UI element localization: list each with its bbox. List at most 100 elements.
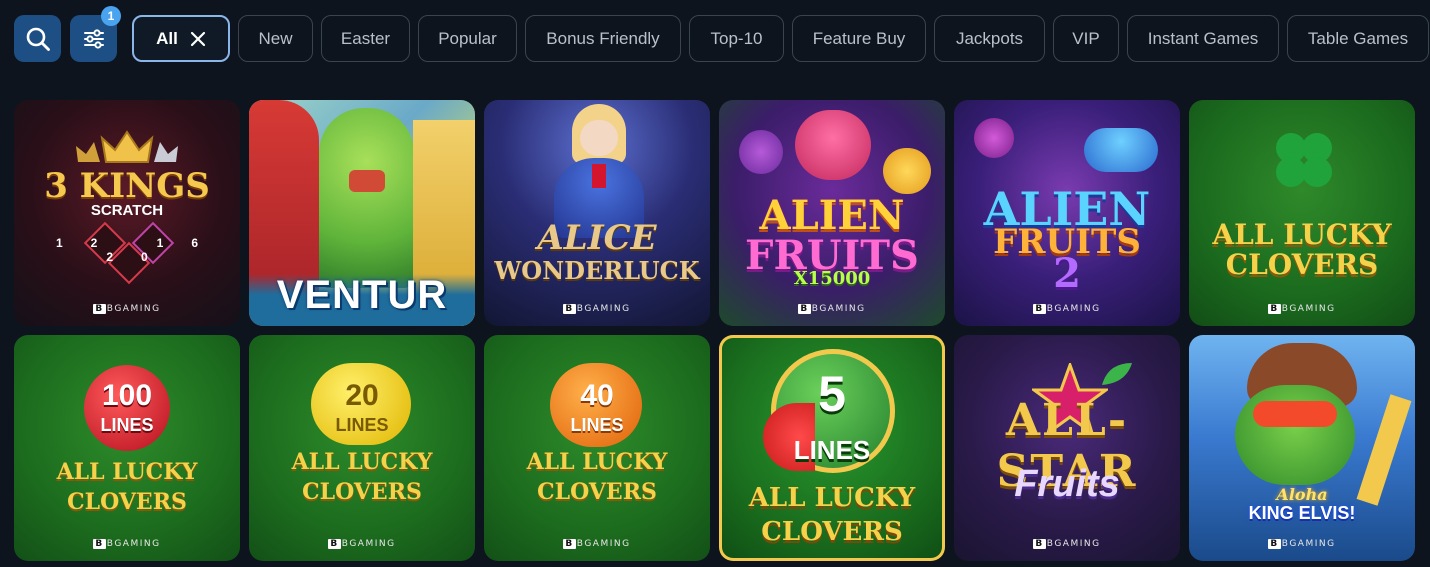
chip-table-games[interactable]: Table Games bbox=[1287, 15, 1429, 62]
chip-top-10[interactable]: Top-10 bbox=[689, 15, 784, 62]
chip-label: New bbox=[258, 28, 293, 48]
game-subtitle: WONDERLUCK bbox=[494, 256, 700, 285]
game-title: ALL LUCKY CLOVERS bbox=[291, 449, 433, 505]
character-face bbox=[580, 120, 618, 156]
chip-label: Popular bbox=[438, 28, 497, 48]
game-card[interactable]: 3 KINGS SCRATCH 12 16 20 B BGAMING bbox=[14, 100, 240, 326]
close-icon[interactable] bbox=[190, 31, 206, 47]
game-title: ALL LUCKY CLOVERS bbox=[748, 483, 916, 547]
provider-logo: B BGAMING bbox=[1033, 304, 1101, 314]
provider-label: BGAMING bbox=[106, 304, 161, 314]
game-title: KING ELVIS! bbox=[1248, 503, 1356, 523]
chip-jackpots[interactable]: Jackpots bbox=[934, 15, 1045, 62]
provider-label: BGAMING bbox=[811, 304, 866, 314]
chip-popular[interactable]: Popular bbox=[418, 15, 517, 62]
provider-logo: B BGAMING bbox=[563, 539, 631, 549]
game-title-script: Aloha bbox=[1276, 485, 1328, 504]
sliders-icon bbox=[83, 28, 104, 49]
game-subtitle: Fruits bbox=[1014, 463, 1120, 505]
chip-label: Table Games bbox=[1307, 28, 1409, 48]
chip-label: Jackpots bbox=[955, 28, 1024, 48]
game-subtitle: SCRATCH bbox=[90, 202, 164, 219]
chip-instant-games[interactable]: Instant Games bbox=[1127, 15, 1279, 62]
lines-label: LINES bbox=[793, 435, 871, 465]
lines-count: 5 bbox=[818, 366, 846, 422]
chip-label: VIP bbox=[1072, 28, 1100, 48]
alien-art bbox=[795, 110, 871, 180]
chip-label: Top-10 bbox=[710, 28, 763, 48]
chip-label: Bonus Friendly bbox=[546, 28, 660, 48]
scratch-numbers: 12 16 20 bbox=[55, 236, 227, 264]
provider-label: BGAMING bbox=[1281, 539, 1336, 549]
bow-art bbox=[592, 164, 606, 188]
provider-logo: B BGAMING bbox=[328, 539, 396, 549]
game-card[interactable]: 5 LINES ALL LUCKY CLOVERS bbox=[719, 335, 945, 561]
provider-label: BGAMING bbox=[576, 304, 631, 314]
provider-logo: B BGAMING bbox=[1268, 304, 1336, 314]
chip-label: Instant Games bbox=[1147, 28, 1259, 48]
game-card[interactable]: Aloha KING ELVIS! B BGAMING bbox=[1189, 335, 1415, 561]
alien-art bbox=[739, 130, 783, 174]
alien-art bbox=[883, 148, 931, 194]
game-multiplier: X15000 bbox=[793, 268, 871, 289]
game-card[interactable]: 100 LINES ALL LUCKY CLOVERS B BGAMING bbox=[14, 335, 240, 561]
lines-label: LINES bbox=[335, 415, 389, 435]
provider-logo: B BGAMING bbox=[93, 539, 161, 549]
game-number: 2 bbox=[1053, 250, 1081, 297]
planet-art bbox=[974, 118, 1014, 158]
filters-button[interactable]: 1 bbox=[70, 6, 121, 62]
game-card[interactable]: ALL-STAR Fruits B BGAMING bbox=[954, 335, 1180, 561]
chip-label: All bbox=[156, 28, 178, 48]
leaf-icon bbox=[1102, 363, 1132, 385]
lines-count: 100 bbox=[101, 379, 153, 412]
game-card[interactable]: ALIEN FRUITS X15000 B BGAMING bbox=[719, 100, 945, 326]
search-button[interactable] bbox=[14, 15, 61, 62]
chip-easter[interactable]: Easter bbox=[321, 15, 410, 62]
chip-new[interactable]: New bbox=[238, 15, 313, 62]
provider-label: BGAMING bbox=[1281, 304, 1336, 314]
game-card[interactable]: VENTUR bbox=[249, 100, 475, 326]
filter-chips: All New Easter Popular Bonus Friendly To… bbox=[132, 15, 1429, 62]
chip-bonus-friendly[interactable]: Bonus Friendly bbox=[525, 15, 681, 62]
provider-label: BGAMING bbox=[1046, 304, 1101, 314]
provider-logo: B BGAMING bbox=[1033, 539, 1101, 549]
game-title: ALICE bbox=[537, 218, 657, 258]
chip-label: Feature Buy bbox=[812, 28, 906, 48]
provider-logo: B BGAMING bbox=[1268, 539, 1336, 549]
game-card[interactable]: ALL LUCKY CLOVERS B BGAMING bbox=[1189, 100, 1415, 326]
search-icon bbox=[26, 27, 50, 51]
lines-label: LINES bbox=[100, 415, 154, 435]
provider-label: BGAMING bbox=[576, 539, 631, 549]
provider-label: BGAMING bbox=[106, 539, 161, 549]
game-title: ALL LUCKY CLOVERS bbox=[526, 449, 668, 505]
chip-label: Easter bbox=[340, 28, 391, 48]
game-subtitle: CLOVERS bbox=[1225, 248, 1379, 281]
game-card[interactable]: ALICE WONDERLUCK B BGAMING bbox=[484, 100, 710, 326]
filter-count-badge: 1 bbox=[101, 6, 121, 26]
provider-label: BGAMING bbox=[341, 539, 396, 549]
provider-logo: B BGAMING bbox=[93, 304, 161, 314]
crown-icon bbox=[76, 130, 178, 163]
provider-label: BGAMING bbox=[1046, 539, 1101, 549]
sunglasses-art bbox=[1253, 401, 1337, 427]
game-title: ALL LUCKY CLOVERS bbox=[56, 459, 198, 515]
filter-bar: 1 All New Easter Popular Bonus Friendly … bbox=[14, 6, 1430, 63]
lines-count: 40 bbox=[580, 379, 614, 412]
chip-vip[interactable]: VIP bbox=[1053, 15, 1119, 62]
game-title: VENTUR bbox=[276, 273, 448, 317]
provider-logo: B BGAMING bbox=[798, 304, 866, 314]
chip-feature-buy[interactable]: Feature Buy bbox=[792, 15, 926, 62]
ufo-art bbox=[1084, 128, 1158, 172]
game-title: ALL LUCKY bbox=[1212, 218, 1392, 251]
lines-count: 20 bbox=[345, 379, 379, 412]
character-art bbox=[319, 108, 414, 288]
provider-logo: B BGAMING bbox=[563, 304, 631, 314]
game-title: 3 KINGS bbox=[44, 166, 210, 206]
character-art bbox=[1235, 385, 1355, 485]
game-card[interactable]: 40 LINES ALL LUCKY CLOVERS B BGAMING bbox=[484, 335, 710, 561]
mask-art bbox=[349, 170, 385, 192]
chip-all[interactable]: All bbox=[132, 15, 230, 62]
game-card[interactable]: 20 LINES ALL LUCKY CLOVERS B BGAMING bbox=[249, 335, 475, 561]
game-card[interactable]: ALIEN FRUITS 2 B BGAMING bbox=[954, 100, 1180, 326]
lines-label: LINES bbox=[570, 415, 624, 435]
